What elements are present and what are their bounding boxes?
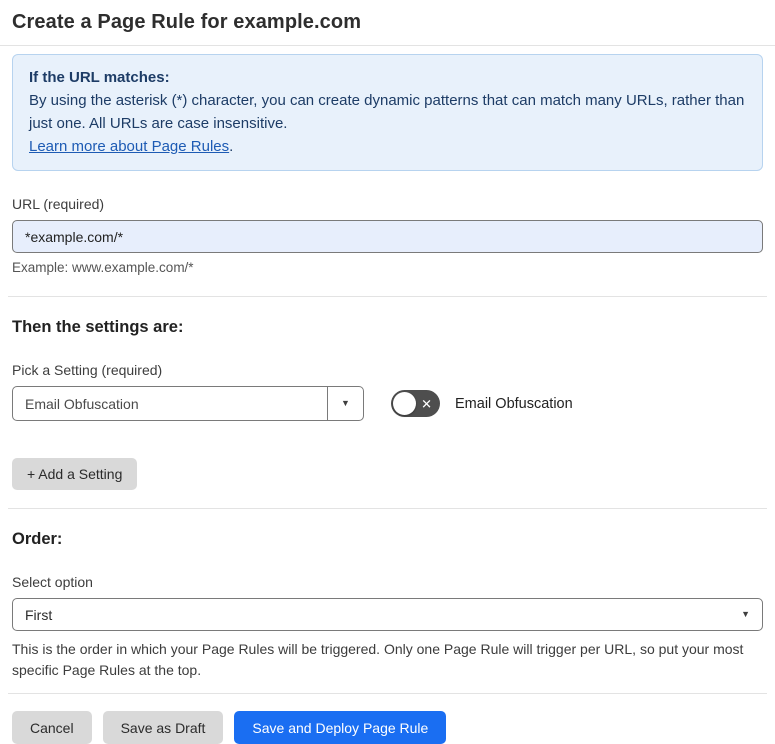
cancel-button[interactable]: Cancel — [12, 711, 92, 744]
info-box-heading: If the URL matches: — [29, 69, 170, 86]
info-box-body: By using the asterisk (*) character, you… — [29, 92, 745, 132]
order-heading: Order: — [12, 530, 63, 548]
setting-dropdown[interactable]: Email Obfuscation ▼ — [12, 386, 364, 421]
save-as-draft-button[interactable]: Save as Draft — [102, 711, 224, 744]
email-obfuscation-toggle[interactable]: ✕ — [391, 390, 440, 417]
chevron-down-icon: ▼ — [741, 609, 750, 619]
order-select[interactable]: First ▼ — [12, 598, 763, 631]
toggle-off-x-icon: ✕ — [421, 396, 432, 411]
footer-actions: Cancel Save as Draft Save and Deploy Pag… — [12, 711, 763, 744]
chevron-down-icon: ▼ — [341, 398, 350, 408]
setting-dropdown-value: Email Obfuscation — [25, 395, 139, 412]
save-and-deploy-button[interactable]: Save and Deploy Page Rule — [234, 711, 447, 744]
toggle-knob — [393, 392, 416, 415]
page-rule-form: Create a Page Rule for example.com If th… — [0, 0, 775, 744]
setting-dropdown-arrow-button[interactable]: ▼ — [327, 387, 363, 420]
add-setting-button[interactable]: + Add a Setting — [12, 458, 138, 490]
order-select-value: First — [25, 606, 53, 623]
footer-divider — [8, 693, 767, 694]
pick-setting-label: Pick a Setting (required) — [12, 362, 163, 378]
url-field-label: URL (required) — [12, 196, 105, 212]
page-title: Create a Page Rule for example.com — [12, 11, 362, 33]
url-match-info-box: If the URL matches: By using the asteris… — [12, 54, 763, 171]
email-obfuscation-toggle-group: ✕ Email Obfuscation — [391, 390, 573, 417]
order-help-text: This is the order in which your Page Rul… — [12, 641, 744, 678]
order-select-label: Select option — [12, 574, 93, 590]
learn-more-link[interactable]: Learn more about Page Rules — [29, 138, 229, 155]
url-input[interactable] — [12, 220, 763, 253]
info-box-link-line: Learn more about Page Rules. — [29, 135, 746, 158]
setting-row: Email Obfuscation ▼ ✕ Email Obfuscation — [12, 386, 763, 421]
link-suffix: . — [229, 138, 234, 155]
section-divider — [8, 508, 767, 509]
section-divider — [8, 296, 767, 297]
settings-heading: Then the settings are: — [12, 318, 184, 336]
url-example-text: Example: www.example.com/* — [12, 260, 194, 275]
title-divider — [0, 45, 775, 46]
toggle-label: Email Obfuscation — [455, 395, 573, 412]
